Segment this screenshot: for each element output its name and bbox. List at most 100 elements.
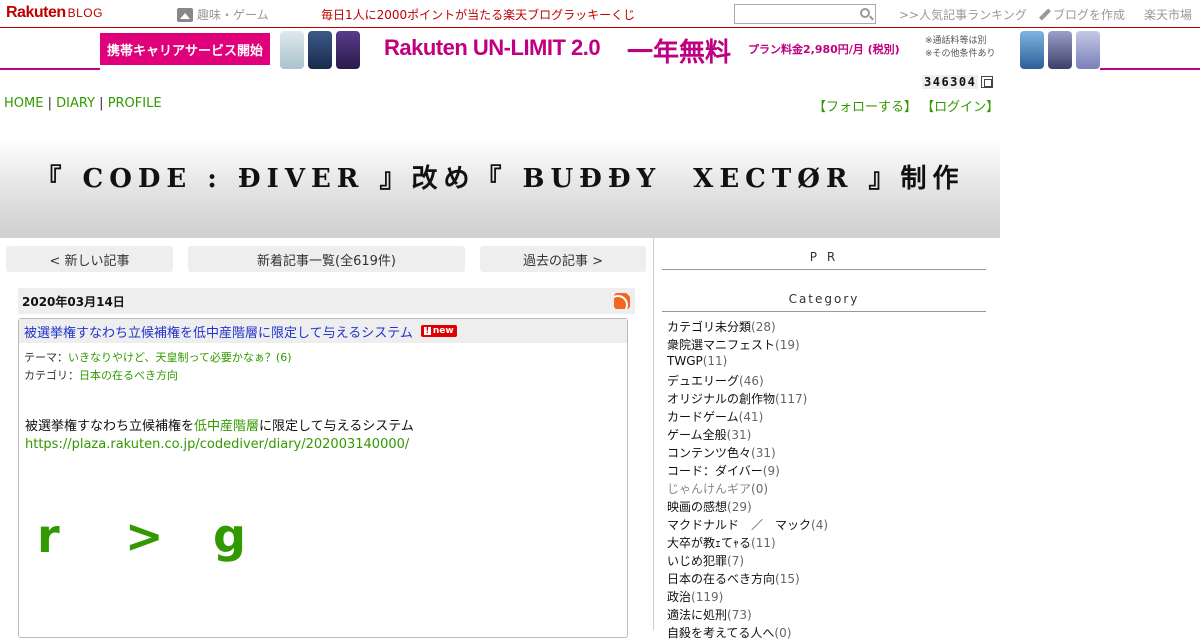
entry-box: 被選挙権すなわち立候補権を低中産階層に限定して与えるシステム ! new テーマ… (18, 318, 628, 638)
entry-title[interactable]: 被選挙権すなわち立候補権を低中産階層に限定して与えるシステム (24, 322, 413, 341)
phone-image (1048, 31, 1072, 69)
blog-title[interactable]: 『 CODE : ĐIVER 』改め『 BUĐĐY XECTØR 』制作 (0, 158, 1000, 195)
pencil-icon (1038, 9, 1050, 21)
rakuten-market-link[interactable]: 楽天市場 (1144, 6, 1192, 23)
theme-link[interactable]: いきなりやけど、天皇制って必要かなぁ？(6) (68, 351, 291, 364)
category-item[interactable]: 政治(119) (667, 588, 828, 606)
category-name: 政治 (667, 590, 692, 604)
category-item[interactable]: マクドナルド ／ マック(4) (667, 516, 828, 534)
category-item[interactable]: 衆院選マニフェスト(19) (667, 336, 828, 354)
sidebar: P R Category カテゴリ未分類(28) 衆院選マニフェスト(19) T… (662, 238, 987, 640)
category-count: (4) (811, 518, 829, 532)
big-character: r (37, 509, 60, 563)
category-item[interactable]: オリジナルの創作物(117) (667, 390, 828, 408)
nav-profile[interactable]: PROFILE (108, 96, 162, 111)
category-item[interactable]: デュエリーグ(46) (667, 372, 828, 390)
pr-heading: P R (662, 250, 986, 270)
category-name: コンテンツ色々 (667, 446, 752, 460)
category-item[interactable]: TWGP(11) (667, 354, 828, 372)
phone-image (1020, 31, 1044, 69)
ad-price: プラン料金2,980円/月 (税別) (748, 43, 900, 56)
lucky-lottery-link[interactable]: 毎日1人に2000ポイントが当たる楽天ブログラッキーくじ (321, 6, 635, 23)
category-item[interactable]: コード：ダイバー(9) (667, 462, 828, 480)
rss-icon[interactable] (614, 293, 630, 309)
new-badge-label: new (432, 326, 454, 336)
category-count: (7) (727, 554, 745, 568)
ad-note-line: ※その他条件あり (925, 49, 996, 59)
ranking-link[interactable]: >>人気記事ランキング (899, 6, 1027, 23)
older-post-button[interactable]: 過去の記事 > (480, 246, 646, 272)
category-item[interactable]: コンテンツ色々(31) (667, 444, 828, 462)
ad-banner[interactable]: 携帯キャリアサービス開始 Rakuten UN-LIMIT 2.0 一年無料 プ… (100, 29, 1100, 70)
category-item[interactable]: ゲーム全般(31) (667, 426, 828, 444)
counter-info-icon[interactable] (981, 76, 994, 88)
category-count: (46) (739, 374, 764, 388)
access-counter: 346304 (922, 75, 994, 89)
ad-carrier-pill: 携帯キャリアサービス開始 (100, 33, 270, 65)
logo-main: Rakuten (6, 4, 66, 21)
category-item[interactable]: 日本の在るべき方向(15) (667, 570, 828, 588)
nav-diary[interactable]: DIARY (56, 96, 95, 111)
phone-image (280, 31, 304, 69)
category-name: カテゴリ未分類 (667, 320, 752, 334)
phone-image (336, 31, 360, 69)
entry-category: カテゴリ：日本の在るべき方向 (19, 367, 178, 383)
category-link[interactable]: 日本の在るべき方向 (79, 369, 178, 382)
category-item[interactable]: じゃんけんギア(0) (667, 480, 828, 498)
category-list: カテゴリ未分類(28) 衆院選マニフェスト(19) TWGP(11) デュエリー… (667, 318, 828, 642)
category-item[interactable]: 大卒が教ｪてｬる(11) (667, 534, 828, 552)
body-keyword-link[interactable]: 低中産階層 (194, 419, 259, 434)
create-blog-label: ブログを作成 (1053, 8, 1126, 22)
category-name: 日本の在るべき方向 (667, 572, 776, 586)
category-count: (15) (775, 572, 800, 586)
post-list-button[interactable]: 新着記事一覧(全619件) (188, 246, 465, 272)
category-name: 適法に処刑 (667, 608, 728, 622)
category-count: (28) (751, 320, 776, 334)
genre-link[interactable]: 趣味・ゲーム (177, 6, 269, 23)
create-blog-link[interactable]: ブログを作成 (1038, 6, 1125, 23)
category-name: TWGP (667, 354, 703, 368)
category-item[interactable]: 自殺を考えてる人へ(0) (667, 624, 828, 642)
entry-url-link[interactable]: https://plaza.rakuten.co.jp/codediver/di… (25, 437, 409, 452)
category-name: 大卒が教ｪてｬる (667, 536, 752, 550)
follow-link[interactable]: 【フォローする】 (813, 100, 917, 115)
nav-separator: | (99, 96, 104, 111)
category-name: 衆院選マニフェスト (667, 338, 776, 352)
ad-banner-row: 携帯キャリアサービス開始 Rakuten UN-LIMIT 2.0 一年無料 プ… (0, 29, 1200, 70)
logo-sub: BLOG (67, 6, 103, 20)
main-column: < 新しい記事 新着記事一覧(全619件) 過去の記事 > 2020年03月14… (0, 238, 654, 638)
category-item[interactable]: いじめ犯罪(7) (667, 552, 828, 570)
ad-phones-right (1020, 31, 1100, 69)
category-item[interactable]: カテゴリ未分類(28) (667, 318, 828, 336)
category-count: (119) (691, 590, 724, 604)
blog-header-banner: 『 CODE : ĐIVER 』改め『 BUĐĐY XECTØR 』制作 (0, 118, 1000, 238)
rakuten-blog-logo[interactable]: Rakuten BLOG (6, 4, 103, 22)
body-text-pre: 被選挙権すなわち立候補権を (25, 419, 195, 434)
search-input[interactable] (735, 5, 853, 23)
login-link[interactable]: 【ログイン】 (921, 100, 999, 115)
nav-separator: | (47, 96, 52, 111)
big-character: > (125, 509, 164, 563)
entry-theme: テーマ：いきなりやけど、天皇制って必要かなぁ？(6) (19, 349, 291, 365)
big-character: g (213, 509, 246, 563)
category-name: じゃんけんギア (667, 482, 752, 496)
category-item[interactable]: 映画の感想(29) (667, 498, 828, 516)
search-icon[interactable] (860, 8, 870, 18)
category-count: (11) (702, 354, 728, 368)
category-count: (41) (738, 410, 764, 424)
exclamation-icon: ! (423, 326, 431, 335)
ad-phones-left (280, 31, 360, 69)
category-name: コード：ダイバー (667, 464, 763, 478)
newer-post-button[interactable]: < 新しい記事 (6, 246, 173, 272)
category-item[interactable]: カードゲーム(41) (667, 408, 828, 426)
category-item[interactable]: 適法に処刑(73) (667, 606, 828, 624)
ad-note-line: ※通話料等は別 (925, 36, 987, 46)
category-count: (19) (775, 338, 800, 352)
category-name: 映画の感想 (667, 500, 728, 514)
nav-home[interactable]: HOME (4, 96, 43, 111)
phone-image (308, 31, 332, 69)
category-count: (31) (726, 428, 752, 442)
theme-label: テーマ： (24, 351, 68, 364)
entry-head: 被選挙権すなわち立候補権を低中産階層に限定して与えるシステム ! new (19, 319, 627, 343)
phone-image (1076, 31, 1100, 69)
